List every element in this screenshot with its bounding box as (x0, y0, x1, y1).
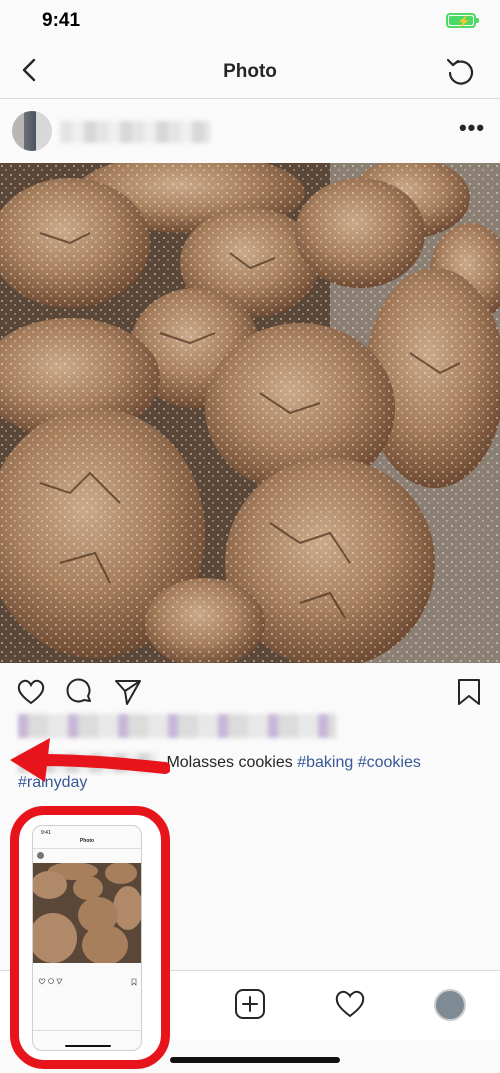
status-time: 9:41 (42, 10, 81, 31)
nav-bar: Photo (0, 44, 500, 99)
status-bar: 9:41 ⚡ (0, 0, 500, 44)
avatar (37, 852, 44, 859)
thumbnail-time: 9:41 (41, 830, 51, 836)
caption-text: Molasses cookies (166, 754, 293, 771)
thumbnail-meta (37, 978, 137, 1002)
plus-square-icon[interactable] (233, 987, 267, 1021)
post-header: ••• (0, 100, 500, 163)
screenshot-preview: 9:41 Photo (32, 825, 142, 1051)
thumbnail-title: Photo (79, 838, 95, 844)
red-arrow-annotation (10, 738, 170, 782)
avatar[interactable] (12, 111, 52, 151)
screenshot-thumbnail[interactable]: 9:41 Photo (10, 806, 170, 1069)
refresh-icon[interactable] (444, 54, 478, 88)
battery-charging-icon: ⚡ (446, 13, 479, 28)
thumbnail-photo (33, 863, 141, 963)
more-horizontal-icon[interactable]: ••• (458, 117, 486, 146)
cookies-image (0, 163, 500, 663)
send-icon[interactable] (113, 677, 143, 707)
home-indicator[interactable] (170, 1057, 340, 1063)
bookmark-icon[interactable] (454, 677, 484, 707)
avatar[interactable] (434, 989, 466, 1021)
comment-icon[interactable] (65, 677, 95, 707)
post-photo[interactable] (0, 163, 500, 663)
page-title: Photo (223, 61, 277, 82)
heart-icon[interactable] (16, 677, 46, 707)
thumbnail-home-indicator (65, 1045, 111, 1047)
heart-icon[interactable] (333, 987, 367, 1021)
username-blurred[interactable] (60, 121, 210, 143)
thumbnail-tab-bar (33, 1030, 141, 1040)
hashtag[interactable]: #cookies (358, 754, 421, 771)
post-actions (0, 663, 500, 718)
hashtag[interactable]: #baking (297, 754, 353, 771)
